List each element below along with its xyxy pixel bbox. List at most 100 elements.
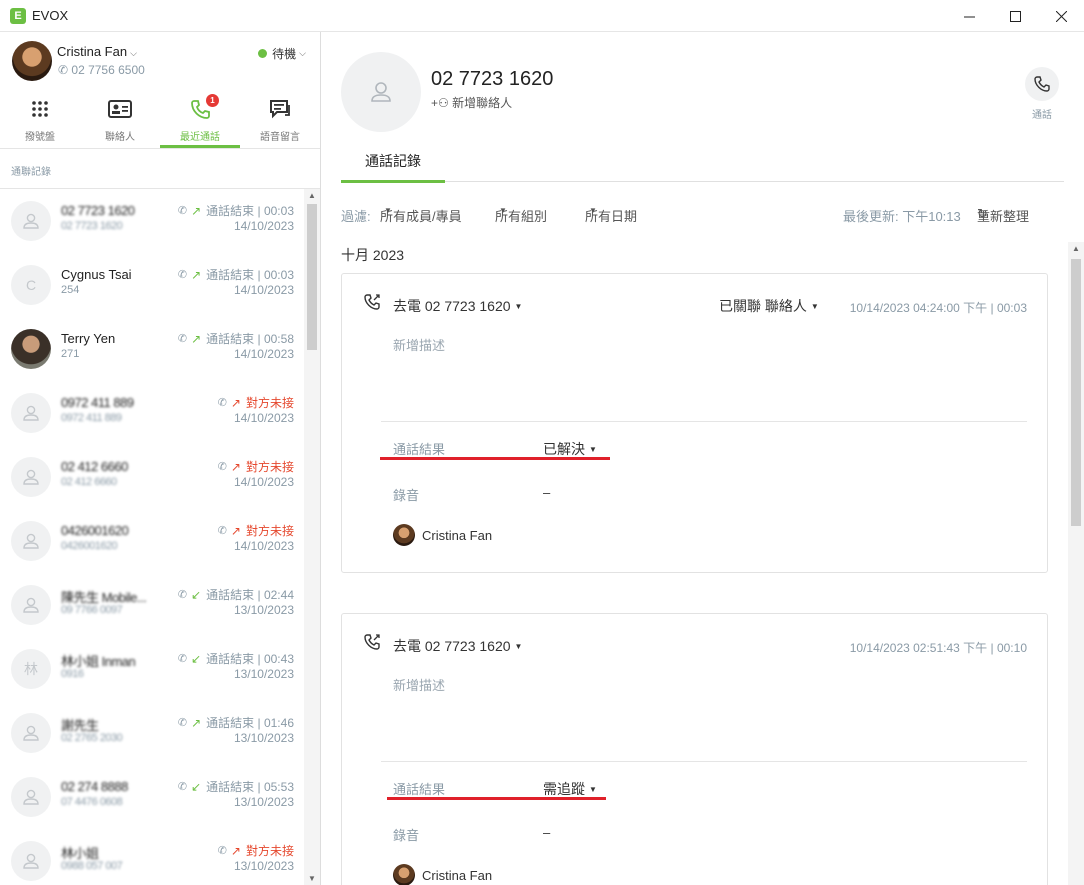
call-list-item[interactable]: 林林小姐 Inman 0916 ✆ ↙ 通話結束 | 00:43 13/10/2023 [0,637,304,701]
caller-name: Cygnus Tsai [61,267,132,282]
status-label: 待機 [272,47,297,61]
divider [381,761,1027,762]
scroll-up-icon[interactable]: ▲ [1072,244,1080,253]
call-list-scrollbar[interactable]: ▲ ▼ [304,189,320,885]
record-title-dropdown[interactable]: 去電 02 7723 1620 ▼ [393,296,522,316]
caret-down-icon: ▼ [514,642,523,651]
user-name: Cristina Fan [57,44,128,59]
tab-label: 撥號盤 [25,132,55,143]
linked-contact-dropdown[interactable]: 已關聯 聯絡人 ▼ [719,296,819,316]
result-dropdown[interactable]: 需追蹤 ▼ [543,779,597,799]
voicemail-chat-icon [270,100,290,119]
call-list-item[interactable]: 謝先生 02 2765 2030 ✆ ↗ 通話結束 | 01:46 13/10/2023 [0,701,304,765]
avatar [11,841,51,881]
outgoing-arrow-icon: ↗ [230,459,241,474]
call-status: ✆ ↗ 通話結束 | 00:03 [178,266,294,283]
agent-name: Cristina Fan [422,528,493,543]
call-record-card: 去電 02 7723 1620 ▼ 10/14/2023 02:51:43 下午 … [341,613,1048,885]
call-list-item[interactable]: 0972 411 889 0972 411 889 ✆ ↗ 對方未接 14/10/2023 [0,381,304,445]
call-date: 14/10/2023 [233,539,294,553]
call-status-text: 對方未接 [245,524,294,538]
phone-icon: ✆ [217,525,227,537]
tab-recent-calls[interactable]: 1 最近通話 [160,90,240,148]
tab-voicemail[interactable]: 語音留言 [240,90,320,148]
add-person-icon: +⚇ [431,96,449,110]
main-tabs: 撥號盤 聯絡人 1 最近通話 語音留言 [0,90,320,148]
contacts-card-icon [108,100,132,118]
user-phone-number: 02 7756 6500 [71,63,145,77]
agent-avatar [393,864,415,885]
call-list-item[interactable]: 02 274 8888 07 4476 0608 ✆ ↙ 通話結束 | 05:53 13/… [0,765,304,829]
call-list-item[interactable]: 0426001620 0426001620 ✆ ↗ 對方未接 14/10/2023 [0,509,304,573]
call-list-item[interactable]: C Cygnus Tsai 254 ✆ ↗ 通話結束 | 00:03 14/10/2023 [0,253,304,317]
app-logo-icon: E [10,7,26,24]
call-button[interactable] [1025,67,1059,101]
description-input[interactable]: 新增描述 [393,335,445,354]
call-date: 13/10/2023 [233,795,294,809]
detail-panel: 02 7723 1620 +⚇ 新增聯絡人 通話 通話記錄 過濾: 所有成員/專… [321,32,1084,885]
user-phone: ✆ 02 7756 6500 [58,63,145,77]
tab-call-records[interactable]: 通話記錄 [341,140,445,183]
call-status-text: 通話結束 | 01:46 [206,716,294,730]
user-name-dropdown[interactable]: Cristina Fan ⌵ [57,44,137,59]
scrollbar-thumb[interactable] [1071,259,1081,526]
close-button[interactable] [1038,0,1084,32]
outgoing-arrow-icon: ↗ [191,267,202,282]
call-status-text: 對方未接 [245,460,294,474]
title-bar: E EVOX [0,0,1084,32]
scroll-up-icon[interactable]: ▲ [308,191,316,200]
phone-icon: ✆ [217,845,227,857]
contact-avatar [341,52,421,132]
minimize-button[interactable] [946,0,992,32]
call-status: ✆ ↗ 對方未接 [218,394,294,411]
caller-number: 02 7723 1620 [61,220,123,232]
add-contact-button[interactable]: +⚇ 新增聯絡人 [431,94,512,111]
record-timestamp: 10/14/2023 02:51:43 下午 | 00:10 [849,641,1027,655]
close-icon [1055,10,1067,22]
phone-icon: ✆ [177,717,188,729]
caller-name: 02 7723 1620 [61,203,135,218]
person-icon [23,789,39,805]
avatar-initial: 林 [24,661,38,677]
caller-number: 09 7766 0097 [61,604,123,616]
minimize-icon [963,16,975,17]
user-profile[interactable]: Cristina Fan ⌵ ✆ 02 7756 6500 待機 ⌵ [12,41,310,81]
call-list-item[interactable]: 陳先生 Mobile... 09 7766 0097 ✆ ↙ 通話結束 | 02:44 1… [0,573,304,637]
call-date: 14/10/2023 [233,283,294,297]
scroll-down-icon[interactable]: ▼ [308,874,316,883]
call-status-text: 通話結束 | 00:58 [206,332,294,346]
maximize-button[interactable] [992,0,1038,32]
linked-contact-label: 已關聯 聯絡人 [719,298,807,314]
month-heading: 十月 2023 [341,247,405,263]
call-list-item[interactable]: Terry Yen 271 ✆ ↗ 通話結束 | 00:58 14/10/2023 [0,317,304,381]
window-title: EVOX [32,8,69,23]
caret-down-icon: ▼ [499,206,507,215]
person-icon [371,82,391,102]
call-list-item[interactable]: 02 412 6660 02 412 6660 ✆ ↗ 對方未接 14/10/2023 [0,445,304,509]
call-status-text: 通話結束 | 02:44 [206,588,294,602]
caller-number: 271 [61,348,80,360]
tab-dialpad[interactable]: 撥號盤 [0,90,80,148]
description-input[interactable]: 新增描述 [393,675,445,694]
highlight-underline [387,797,606,800]
agent-name: Cristina Fan [422,868,493,883]
detail-scrollbar[interactable]: ▲ [1068,242,1084,885]
call-list-item[interactable]: 02 7723 1620 02 7723 1620 ✆ ↗ 通話結束 | 00:03 14… [0,189,304,253]
outgoing-arrow-icon: ↗ [191,203,202,218]
caller-number: 254 [61,284,80,296]
call-status: ✆ ↗ 對方未接 [218,842,294,859]
dialpad-icon [32,101,48,117]
tab-contacts[interactable]: 聯絡人 [80,90,160,148]
phone-icon: ✆ [177,589,188,601]
status-dropdown[interactable]: 待機 ⌵ [258,45,306,62]
call-list-item[interactable]: 林小姐 0988 057 007 ✆ ↗ 對方未接 13/10/2023 [0,829,304,885]
record-title-dropdown[interactable]: 去電 02 7723 1620 ▼ [393,636,522,656]
add-contact-label: 新增聯絡人 [452,96,513,110]
caller-name: 02 412 6660 [61,459,128,474]
result-dropdown[interactable]: 已解決 ▼ [543,439,597,459]
call-status-text: 通話結束 | 00:03 [206,204,294,218]
tab-label: 語音留言 [260,132,300,143]
scrollbar-thumb[interactable] [307,204,317,350]
caret-down-icon: ▼ [514,302,523,311]
divider [0,148,320,149]
